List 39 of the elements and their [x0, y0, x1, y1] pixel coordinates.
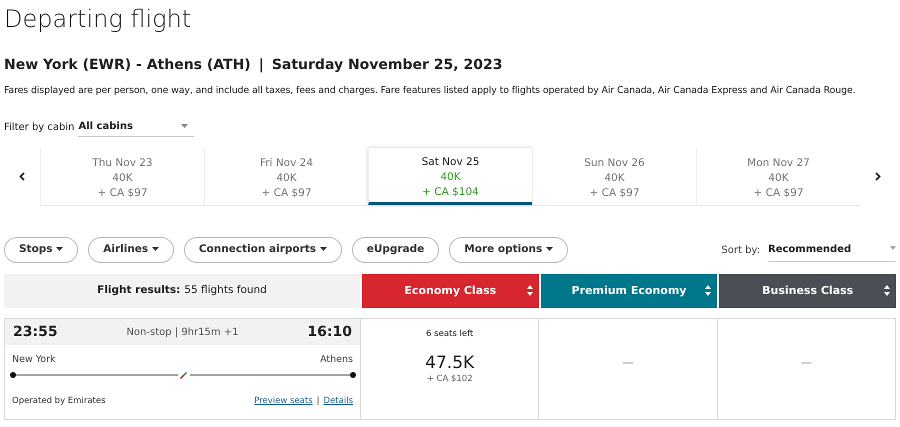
details-link[interactable]: Preview seats — [254, 395, 313, 408]
cabin-select[interactable]: All cabins — [78, 117, 194, 138]
sort-icon — [705, 285, 712, 296]
sort-select[interactable]: Recommended — [768, 238, 896, 262]
route-title: New York (EWR) - Athens (ATH) — [4, 56, 251, 75]
filter-button[interactable]: Airlines — [88, 237, 174, 264]
filter-label: Filter by cabin — [4, 120, 74, 135]
chevron-left-icon — [19, 172, 25, 182]
origin-city: New York — [12, 353, 56, 368]
cabin-column-header[interactable]: Premium Economy — [540, 274, 718, 308]
results-label: Flight results: — [97, 283, 180, 298]
filter-button[interactable]: Connection airports — [184, 237, 342, 264]
results-count: 55 flights found — [184, 283, 267, 298]
operator-text: Operated by Emirates — [12, 395, 106, 408]
date-tab[interactable]: Sat Nov 25 40K + CA $104 — [368, 148, 532, 206]
stops-duration: Non-stop | 9hr15m +1 — [126, 326, 239, 340]
caret-icon — [181, 124, 188, 128]
filter-button[interactable]: Stops — [4, 237, 78, 264]
separator: | — [258, 56, 264, 75]
destination-city: Athens — [320, 353, 353, 368]
filter-button[interactable]: More options — [449, 237, 568, 264]
flight-date: Saturday November 25, 2023 — [272, 56, 502, 75]
sort-icon — [884, 285, 890, 296]
empty-fare-cell[interactable]: — — [539, 319, 718, 420]
empty-fare-cell[interactable]: — — [718, 319, 895, 420]
details-link[interactable]: Details — [324, 395, 353, 408]
page-title: Departing flight — [4, 4, 192, 35]
chevron-right-icon — [875, 172, 881, 182]
fare-cell[interactable]: 6 seats left 47.5K + CA $102 — [361, 319, 540, 420]
departure-time: 23:55 — [13, 322, 58, 342]
cabin-column-header[interactable]: Business Class — [719, 274, 896, 308]
caret-icon — [890, 246, 896, 250]
cabin-column-header[interactable]: Economy Class — [362, 274, 539, 308]
sort-icon — [526, 285, 533, 296]
fare-notice: Fares displayed are per person, one way, and include all taxes, fees and charges. Fare features listed apply to flights operated by Air Canada, Air Canada Express and Air Canada Rouge. — [4, 84, 857, 98]
separator: | — [316, 395, 320, 408]
sort-label: Sort by: — [721, 244, 760, 258]
arrival-time: 16:10 — [307, 322, 352, 342]
filter-button[interactable]: eUpgrade — [352, 237, 440, 264]
